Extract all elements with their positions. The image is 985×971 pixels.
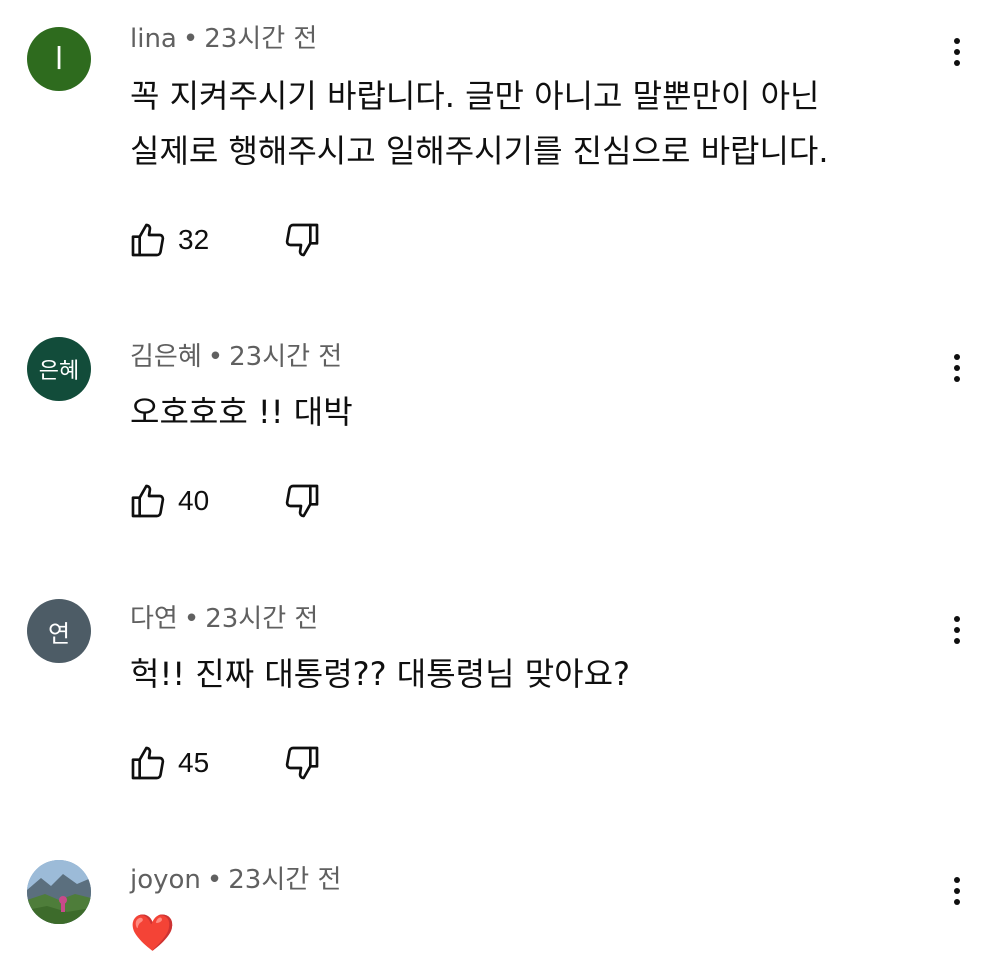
timestamp[interactable]: 23시간 전 [229,342,342,372]
avatar[interactable] [27,860,91,924]
comment-actions: 32 [128,218,319,262]
timestamp[interactable]: 23시간 전 [204,24,317,54]
dislike-button[interactable] [282,743,322,783]
more-vertical-icon[interactable] [940,30,974,74]
thumbs-down-icon [285,484,319,518]
comment-text-line: ❤️ [130,913,175,954]
avatar-initial: l [54,41,64,77]
dislike-button[interactable] [282,220,322,260]
thumbs-down-icon [285,223,319,257]
like-button[interactable]: 40 [128,481,209,521]
comment-actions: 45 [128,741,319,785]
thumbs-up-icon [131,484,165,518]
timestamp[interactable]: 23시간 전 [205,604,318,634]
thumbs-down-icon [285,746,319,780]
comment-meta: lina • 23시간 전 [130,22,317,56]
more-vertical-icon[interactable] [940,608,974,652]
comment-text-line: 꼭 지켜주시기 바랍니다. 글만 아니고 말뿐만이 아닌 [130,77,820,115]
avatar[interactable]: l [27,27,91,91]
landscape-avatar-image [27,860,91,924]
avatar-initial: 은혜 [38,359,80,384]
comment-meta: 다연 • 23시간 전 [130,602,318,636]
like-count: 32 [178,224,210,255]
more-vertical-icon[interactable] [940,346,974,390]
meta-separator: • [183,604,200,634]
comment-meta: joyon • 23시간 전 [130,863,341,897]
avatar[interactable]: 은혜 [27,337,91,401]
avatar[interactable]: 연 [27,599,91,663]
thumbs-up-icon [131,223,165,257]
like-count: 45 [178,747,210,778]
like-button[interactable]: 32 [128,220,209,260]
meta-separator: • [182,24,199,54]
timestamp[interactable]: 23시간 전 [228,865,341,895]
author-name[interactable]: 다연 [130,604,178,634]
thumbs-up-icon [131,746,165,780]
like-button[interactable]: 45 [128,743,209,783]
comment-text-line: 실제로 행해주시고 일해주시기를 진심으로 바랍니다. [130,132,829,170]
meta-separator: • [206,865,223,895]
author-name[interactable]: lina [130,24,177,54]
author-name[interactable]: joyon [130,865,201,895]
comment-meta: 김은혜 • 23시간 전 [130,340,342,374]
comment-text-line: 오호호호 !! 대박 [130,393,353,431]
like-count: 40 [178,485,210,516]
dislike-button[interactable] [282,481,322,521]
comment-actions: 40 [128,479,319,523]
comment-text-line: 헉!! 진짜 대통령?? 대통령님 맞아요? [130,655,631,693]
avatar-initial: 연 [47,619,71,648]
meta-separator: • [207,342,224,372]
author-name[interactable]: 김은혜 [130,342,202,372]
more-vertical-icon[interactable] [940,869,974,913]
